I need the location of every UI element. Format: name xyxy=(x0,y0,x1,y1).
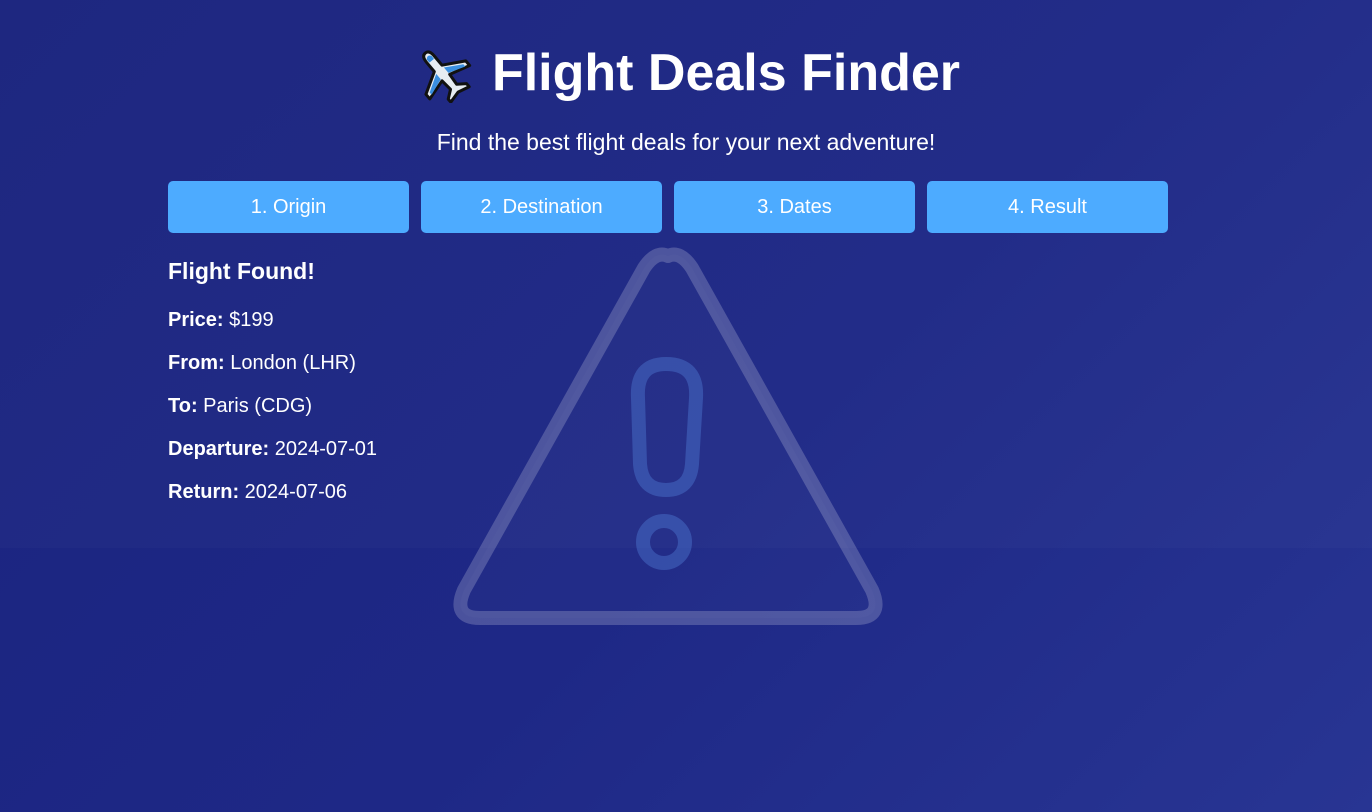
step-result-button[interactable]: 4. Result xyxy=(927,181,1168,233)
price-row: Price: $199 xyxy=(168,308,377,332)
to-label: To: xyxy=(168,395,198,417)
page-title: Flight Deals Finder xyxy=(412,40,960,106)
step-origin-button[interactable]: 1. Origin xyxy=(168,181,409,233)
departure-label: Departure: xyxy=(168,438,270,460)
step-destination-button[interactable]: 2. Destination xyxy=(421,181,662,233)
return-value: 2024-07-06 xyxy=(244,481,347,503)
step-dates-button[interactable]: 3. Dates xyxy=(674,181,915,233)
page-header: Flight Deals Finder xyxy=(0,40,1372,108)
departure-value: 2024-07-01 xyxy=(274,438,378,460)
warning-triangle-icon xyxy=(453,247,883,625)
from-value: London (LHR) xyxy=(230,352,356,374)
from-row: From: London (LHR) xyxy=(168,351,377,375)
result-panel: Flight Found! Price: $199 From: London (… xyxy=(168,256,377,523)
price-label: Price: xyxy=(168,309,224,331)
step-tabs: 1. Origin 2. Destination 3. Dates 4. Res… xyxy=(168,181,1168,233)
to-value: Paris (CDG) xyxy=(203,395,313,417)
departure-row: Departure: 2024-07-01 xyxy=(168,437,377,461)
to-row: To: Paris (CDG) xyxy=(168,394,377,418)
return-label: Return: xyxy=(168,481,240,503)
return-row: Return: 2024-07-06 xyxy=(168,480,377,504)
page-subtitle: Find the best flight deals for your next… xyxy=(436,129,936,155)
result-title: Flight Found! xyxy=(168,258,315,284)
title-text: Flight Deals Finder xyxy=(491,44,961,102)
airplane-icon xyxy=(422,50,472,103)
from-label: From: xyxy=(168,352,225,374)
price-value: $199 xyxy=(229,309,274,331)
